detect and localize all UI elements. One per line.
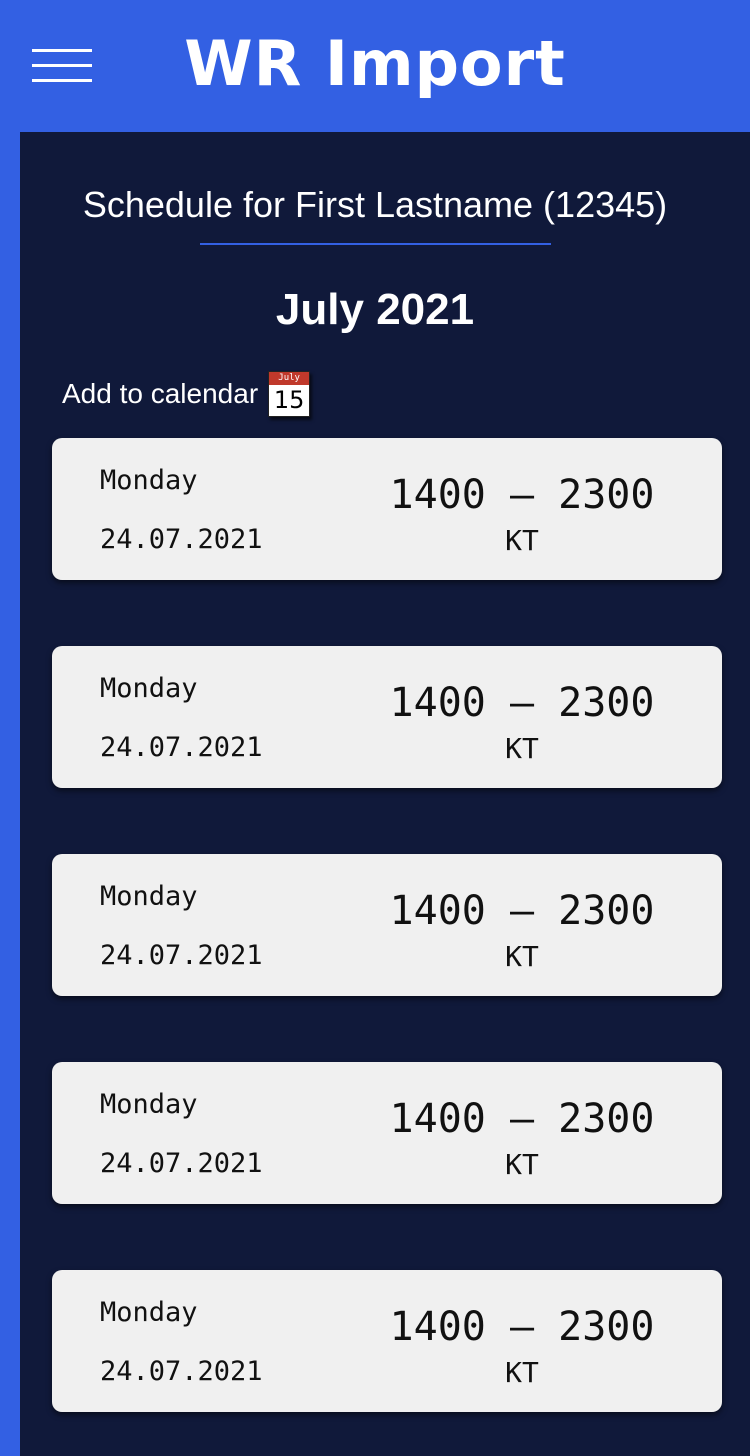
shift-card[interactable]: Monday 24.07.2021 1400 – 2300 KT xyxy=(52,1062,722,1204)
shift-date: 24.07.2021 xyxy=(100,524,263,555)
app-title: WR Import xyxy=(184,27,566,100)
shift-card[interactable]: Monday 24.07.2021 1400 – 2300 KT xyxy=(52,646,722,788)
calendar-icon[interactable]: July 15 xyxy=(268,371,311,417)
shift-day: Monday xyxy=(100,673,198,704)
schedule-title: Schedule for First Lastname (12345) xyxy=(82,184,668,225)
shift-code: KT xyxy=(505,732,539,765)
shift-time: 1400 – 2300 xyxy=(389,888,655,934)
shift-code: KT xyxy=(505,524,539,557)
add-to-calendar-button[interactable]: Add to calendar July 15 xyxy=(62,368,311,420)
title-underline xyxy=(200,243,551,245)
calendar-icon-month: July xyxy=(269,372,310,385)
shift-time: 1400 – 2300 xyxy=(389,472,655,518)
shift-code: KT xyxy=(505,940,539,973)
shift-time: 1400 – 2300 xyxy=(389,1304,655,1350)
shift-date: 24.07.2021 xyxy=(100,732,263,763)
add-to-calendar-label: Add to calendar xyxy=(62,378,259,409)
month-heading: July 2021 xyxy=(275,285,475,334)
shift-day: Monday xyxy=(100,881,198,912)
shift-date: 24.07.2021 xyxy=(100,1148,263,1179)
shift-date: 24.07.2021 xyxy=(100,1356,263,1387)
shift-time: 1400 – 2300 xyxy=(389,1096,655,1142)
shift-day: Monday xyxy=(100,1297,198,1328)
shift-code: KT xyxy=(505,1356,539,1389)
shift-day: Monday xyxy=(100,1089,198,1120)
shift-date: 24.07.2021 xyxy=(100,940,263,971)
schedule-panel: Schedule for First Lastname (12345) July… xyxy=(20,132,750,1456)
shift-time: 1400 – 2300 xyxy=(389,680,655,726)
shift-code: KT xyxy=(505,1148,539,1181)
shift-day: Monday xyxy=(100,465,198,496)
calendar-icon-day: 15 xyxy=(273,386,305,414)
shift-card[interactable]: Monday 24.07.2021 1400 – 2300 KT xyxy=(52,1270,722,1412)
shift-card[interactable]: Monday 24.07.2021 1400 – 2300 KT xyxy=(52,854,722,996)
app-header: WR Import xyxy=(0,0,750,132)
shift-card[interactable]: Monday 24.07.2021 1400 – 2300 KT xyxy=(52,438,722,580)
